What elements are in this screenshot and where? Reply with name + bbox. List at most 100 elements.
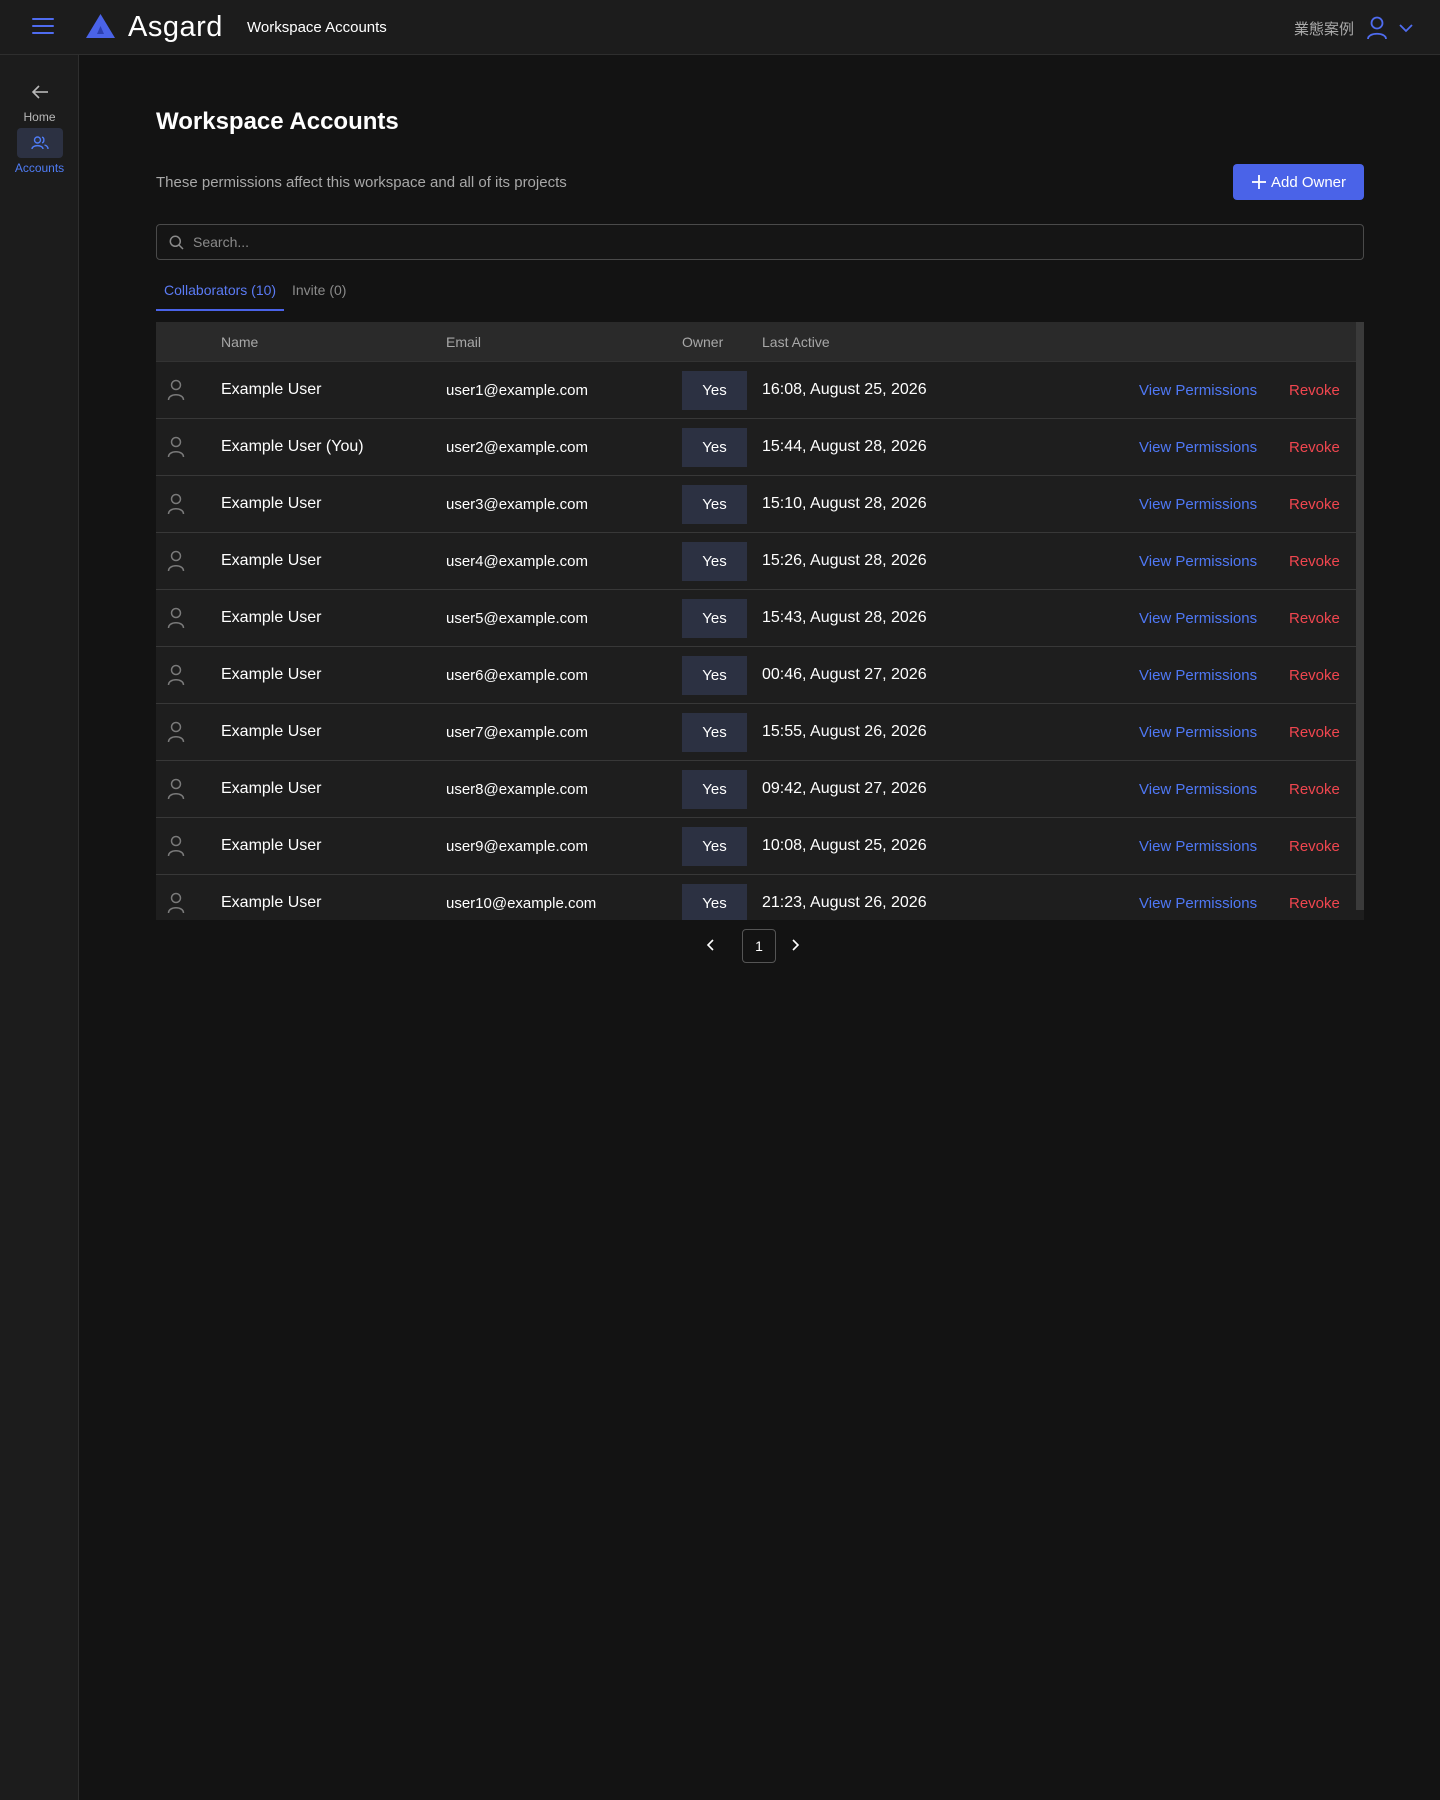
user-name: Example User: [221, 780, 322, 797]
revoke-link[interactable]: Revoke: [1289, 838, 1340, 855]
hamburger-menu-icon[interactable]: [32, 18, 54, 36]
owner-badge: Yes: [682, 770, 747, 809]
view-permissions-link[interactable]: View Permissions: [1139, 553, 1257, 570]
user-email: user7@example.com: [446, 724, 588, 741]
user-email: user6@example.com: [446, 667, 588, 684]
user-email: user5@example.com: [446, 610, 588, 627]
revoke-link[interactable]: Revoke: [1289, 724, 1340, 741]
revoke-link[interactable]: Revoke: [1289, 781, 1340, 798]
user-email: user8@example.com: [446, 781, 588, 798]
table-row: Example User user3@example.com Yes 15:10, A…: [156, 476, 1356, 533]
view-permissions-link[interactable]: View Permissions: [1139, 895, 1257, 912]
view-permissions-link[interactable]: View Permissions: [1139, 610, 1257, 627]
sidebar-item-label: Accounts: [14, 161, 65, 175]
user-name: Example User (You): [221, 438, 364, 455]
revoke-link[interactable]: Revoke: [1289, 610, 1340, 627]
owner-badge: Yes: [682, 485, 747, 524]
user-name: Example User: [221, 552, 322, 569]
table-row: Example User user4@example.com Yes 15:26, A…: [156, 533, 1356, 590]
table-row: Example User user9@example.com Yes 10:08, A…: [156, 818, 1356, 875]
last-active: 10:08, August 25, 2026: [762, 837, 927, 854]
column-header-name: Name: [221, 334, 259, 350]
avatar-icon: [167, 436, 185, 463]
last-active: 15:43, August 28, 2026: [762, 609, 927, 626]
language-label[interactable]: 業態案例: [1294, 18, 1354, 39]
avatar-icon: [167, 721, 185, 748]
table-scrollbar[interactable]: [1356, 322, 1364, 910]
user-name: Example User: [221, 894, 322, 911]
owner-badge: Yes: [682, 542, 747, 581]
last-active: 00:46, August 27, 2026: [762, 666, 927, 683]
view-permissions-link[interactable]: View Permissions: [1139, 496, 1257, 513]
tab-invite[interactable]: Invite (0): [292, 282, 346, 309]
last-active: 15:10, August 28, 2026: [762, 495, 927, 512]
view-permissions-link[interactable]: View Permissions: [1139, 781, 1257, 798]
table-row: Example User user6@example.com Yes 00:46, A…: [156, 647, 1356, 704]
users-icon: [30, 136, 49, 150]
revoke-link[interactable]: Revoke: [1289, 895, 1340, 912]
owner-badge: Yes: [682, 599, 747, 638]
page-title: Workspace Accounts: [156, 108, 399, 135]
sidebar-item-home[interactable]: Home: [0, 77, 79, 124]
column-header-email: Email: [446, 334, 482, 350]
user-menu[interactable]: [1366, 16, 1416, 40]
view-permissions-link[interactable]: View Permissions: [1139, 667, 1257, 684]
view-permissions-link[interactable]: View Permissions: [1139, 439, 1257, 456]
user-name: Example User: [221, 837, 322, 854]
sidebar-item-label: Home: [23, 110, 56, 124]
owner-badge: Yes: [682, 656, 747, 695]
avatar-icon: [167, 607, 185, 634]
owner-badge: Yes: [682, 428, 747, 467]
pagination: 1: [156, 928, 1364, 964]
table-header: Name Email Owner Last Active: [156, 322, 1356, 362]
last-active: 15:55, August 26, 2026: [762, 723, 927, 740]
asgard-logo-icon: [86, 14, 115, 38]
search-input[interactable]: [193, 225, 1353, 259]
revoke-link[interactable]: Revoke: [1289, 382, 1340, 399]
revoke-link[interactable]: Revoke: [1289, 439, 1340, 456]
search-box: [156, 224, 1364, 260]
chevron-down-icon: [1399, 24, 1413, 33]
table-row: Example User user8@example.com Yes 09:42, A…: [156, 761, 1356, 818]
owner-badge: Yes: [682, 827, 747, 866]
tab-collaborators[interactable]: Collaborators (10): [156, 282, 285, 311]
top-bar: Asgard Workspace Accounts 業態案例: [0, 0, 1440, 55]
user-email: user1@example.com: [446, 382, 588, 399]
add-owner-button[interactable]: Add Owner: [1233, 164, 1364, 200]
search-icon: [169, 235, 184, 250]
page-breadcrumb: Workspace Accounts: [247, 19, 387, 36]
user-email: user3@example.com: [446, 496, 588, 513]
chevron-right-icon[interactable]: [790, 938, 800, 952]
avatar-icon: [167, 892, 185, 919]
sidebar-item-accounts[interactable]: Accounts: [0, 128, 79, 175]
revoke-link[interactable]: Revoke: [1289, 553, 1340, 570]
sidebar-accounts-icon-box: [16, 128, 63, 158]
table-row: Example User user10@example.com Yes 21:23, …: [156, 875, 1356, 920]
avatar-icon: [167, 778, 185, 805]
revoke-link[interactable]: Revoke: [1289, 667, 1340, 684]
last-active: 09:42, August 27, 2026: [762, 780, 927, 797]
view-permissions-link[interactable]: View Permissions: [1139, 382, 1257, 399]
avatar-icon: [167, 835, 185, 862]
sidebar-home-icon-box: [17, 77, 63, 107]
page-number-button[interactable]: 1: [742, 929, 776, 963]
view-permissions-link[interactable]: View Permissions: [1139, 838, 1257, 855]
chevron-left-icon[interactable]: [706, 938, 716, 952]
view-permissions-link[interactable]: View Permissions: [1139, 724, 1257, 741]
revoke-link[interactable]: Revoke: [1289, 496, 1340, 513]
owner-badge: Yes: [682, 884, 747, 920]
avatar-icon: [167, 493, 185, 520]
last-active: 15:26, August 28, 2026: [762, 552, 927, 569]
user-name: Example User: [221, 609, 322, 626]
user-email: user9@example.com: [446, 838, 588, 855]
sidebar: Home Accounts: [0, 55, 79, 1800]
user-email: user4@example.com: [446, 553, 588, 570]
avatar-icon: [167, 379, 185, 406]
user-name: Example User: [221, 495, 322, 512]
column-header-last-active: Last Active: [762, 334, 830, 350]
avatar-icon: [167, 550, 185, 577]
app-name: Asgard: [128, 11, 223, 43]
table-row: Example User (You) user2@example.com Yes 15…: [156, 419, 1356, 476]
arrow-left-icon: [31, 85, 48, 99]
owner-badge: Yes: [682, 713, 747, 752]
